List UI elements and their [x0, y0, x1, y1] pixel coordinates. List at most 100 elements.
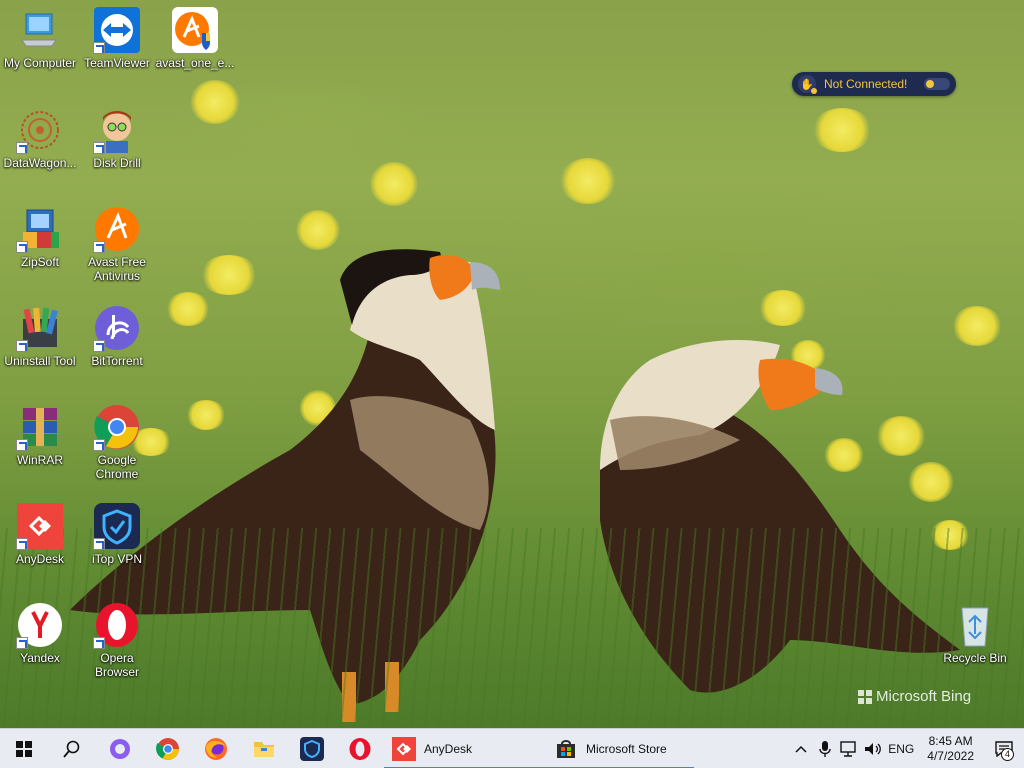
shortcut-arrow-icon — [93, 42, 105, 54]
desktop-icon-avast-one-installer[interactable]: avast_one_e... — [155, 6, 235, 70]
cortana-icon — [110, 738, 130, 759]
taskbar-file-explorer[interactable] — [240, 729, 288, 768]
chrome-icon — [156, 737, 179, 760]
firefox-icon — [205, 737, 227, 760]
desktop-icon-yandex[interactable]: Yandex — [0, 601, 80, 665]
shortcut-arrow-icon — [93, 538, 105, 550]
desktop-icon-disk-drill[interactable]: Disk Drill — [77, 106, 157, 170]
datawagon-icon — [16, 106, 64, 154]
opera-icon — [93, 601, 141, 649]
desktop-icon-label: avast_one_e... — [155, 56, 235, 70]
search-button[interactable] — [48, 729, 96, 768]
windows-logo-icon — [858, 689, 872, 704]
system-tray: ENG 8:45 AM 4/7/2022 4 — [789, 729, 1024, 768]
vpn-status-widget[interactable]: ✋ Not Connected! — [792, 72, 956, 96]
desktop-icon-label: Google Chrome — [95, 453, 139, 481]
anydesk-icon — [392, 736, 416, 761]
bittorrent-icon — [93, 304, 141, 352]
winrar-icon — [16, 403, 64, 451]
teamviewer-icon — [93, 6, 141, 54]
desktop-icon-google-chrome[interactable]: Google Chrome — [77, 403, 157, 481]
taskbar-app-microsoft-store[interactable]: Microsoft Store — [546, 729, 694, 768]
taskbar-itop-vpn[interactable] — [288, 729, 336, 768]
input-language[interactable]: ENG — [885, 729, 917, 768]
bing-watermark-text: Microsoft Bing — [876, 688, 972, 705]
desktop-icon-zipsoft[interactable]: ZipSoft — [0, 205, 80, 269]
desktop-icon-bittorrent[interactable]: BitTorrent — [77, 304, 157, 368]
network-icon[interactable] — [837, 729, 861, 768]
taskbar-app-label: Microsoft Store — [586, 741, 667, 756]
desktop-icon-winrar[interactable]: WinRAR — [0, 403, 80, 467]
taskbar-app-label: AnyDesk — [424, 741, 473, 756]
desktop-icon-label: Avast Free Antivirus — [88, 255, 146, 283]
desktop-icon-avast-free-antivirus[interactable]: Avast Free Antivirus — [77, 205, 157, 283]
opera-icon — [349, 737, 371, 760]
avast-icon — [93, 205, 141, 253]
desktop-icon-label: BitTorrent — [91, 354, 143, 368]
taskbar-firefox[interactable] — [192, 729, 240, 768]
microsoft-store-icon — [557, 739, 575, 758]
tray-overflow-chevron-up-icon[interactable] — [789, 729, 813, 768]
shortcut-arrow-icon — [16, 340, 28, 352]
desktop-icon-my-computer[interactable]: My Computer — [0, 6, 80, 70]
desktop-icon-datawagon[interactable]: DataWagon... — [0, 106, 80, 170]
language-indicator: ENG — [888, 741, 915, 756]
clock-date: 4/7/2022 — [927, 748, 974, 763]
desktop-icon-uninstall-tool[interactable]: Uninstall Tool — [0, 304, 80, 368]
desktop-icon-label: TeamViewer — [84, 56, 150, 70]
shortcut-arrow-icon — [93, 142, 105, 154]
taskbar-opera[interactable] — [336, 729, 384, 768]
desktop-icon-label: iTop VPN — [91, 552, 143, 566]
disk-drill-icon — [93, 106, 141, 154]
windows-start-icon — [16, 740, 32, 757]
anydesk-icon — [16, 502, 64, 550]
action-center-button[interactable]: 4 — [984, 729, 1024, 768]
start-button[interactable] — [0, 729, 48, 768]
shortcut-arrow-icon — [93, 241, 105, 253]
bing-watermark: Microsoft Bing — [858, 688, 971, 705]
taskbar: AnyDesk Microsoft Store ENG 8:45 AM 4/7/… — [0, 728, 1024, 768]
desktop-icon-label: Opera Browser — [94, 651, 139, 679]
desktop-icon-label: My Computer — [3, 56, 77, 70]
microphone-icon[interactable] — [813, 729, 837, 768]
avast-one-installer-icon — [171, 6, 219, 54]
desktop-icon-itop-vpn[interactable]: iTop VPN — [77, 502, 157, 566]
desktop-icon-label: DataWagon... — [3, 156, 77, 170]
recycle-bin-icon — [951, 601, 999, 649]
volume-icon[interactable] — [861, 729, 885, 768]
uninstall-tool-icon — [16, 304, 64, 352]
clock-time: 8:45 AM — [928, 733, 973, 748]
shortcut-arrow-icon — [93, 439, 105, 451]
zipsoft-icon — [16, 205, 64, 253]
desktop-icon-opera-browser[interactable]: Opera Browser — [77, 601, 157, 679]
shortcut-arrow-icon — [93, 340, 105, 352]
vpn-status-text: Not Connected! — [824, 77, 908, 91]
shortcut-arrow-icon — [93, 637, 105, 649]
vpn-shield-icon: ✋ — [798, 75, 817, 94]
desktop-icon-label: Uninstall Tool — [4, 354, 76, 368]
notification-count-badge: 4 — [1001, 747, 1014, 761]
clock[interactable]: 8:45 AM 4/7/2022 — [917, 729, 984, 768]
desktop-icon-label: AnyDesk — [15, 552, 65, 566]
cortana-button[interactable] — [96, 729, 144, 768]
desktop-icon-label: Disk Drill — [93, 156, 141, 170]
desktop-icon-teamviewer[interactable]: TeamViewer — [77, 6, 157, 70]
computer-icon — [16, 6, 64, 54]
taskbar-chrome[interactable] — [144, 729, 192, 768]
vpn-toggle[interactable] — [924, 78, 950, 90]
shortcut-arrow-icon — [16, 439, 28, 451]
desktop-icon-recycle-bin[interactable]: Recycle Bin — [935, 601, 1015, 665]
desktop-icon-anydesk[interactable]: AnyDesk — [0, 502, 80, 566]
shortcut-arrow-icon — [16, 142, 28, 154]
desktop-icon-label: ZipSoft — [20, 255, 59, 269]
search-icon — [63, 740, 80, 758]
shortcut-arrow-icon — [16, 538, 28, 550]
folder-icon — [254, 741, 274, 757]
shortcut-arrow-icon — [16, 637, 28, 649]
itop-vpn-icon — [93, 502, 141, 550]
itop-vpn-icon — [300, 736, 324, 761]
yandex-icon — [16, 601, 64, 649]
taskbar-app-anydesk[interactable]: AnyDesk — [384, 729, 546, 768]
chrome-icon — [93, 403, 141, 451]
shortcut-arrow-icon — [16, 241, 28, 253]
